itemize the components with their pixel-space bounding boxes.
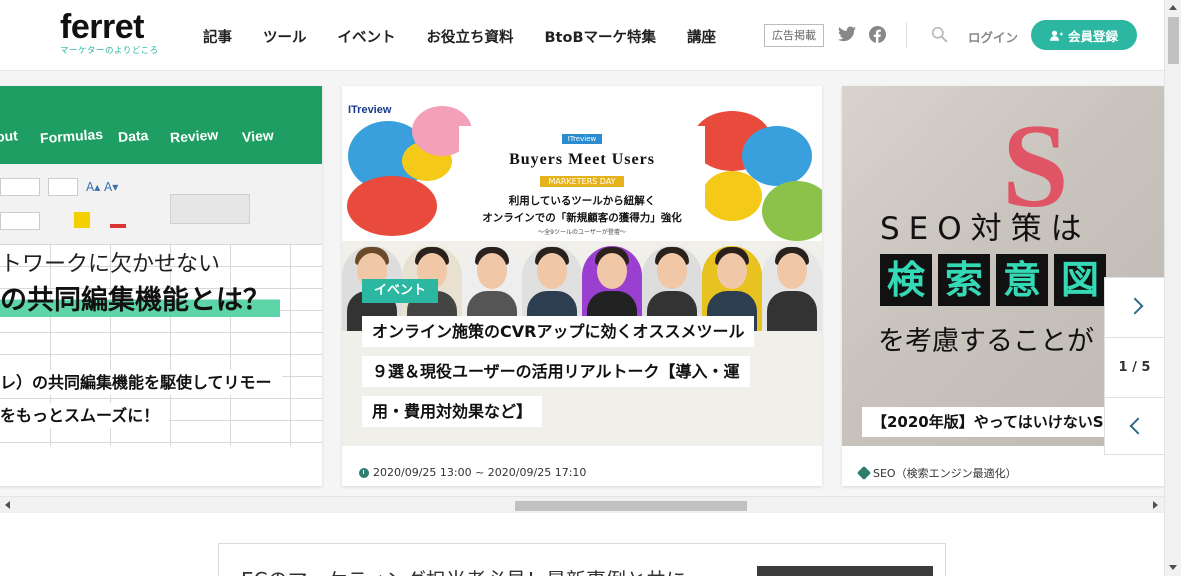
ad-link[interactable]: 広告掲載 — [764, 24, 824, 47]
nav-item-articles[interactable]: 記事 — [203, 26, 232, 47]
search-icon[interactable] — [931, 26, 948, 43]
event-title: Buyers Meet Users — [509, 151, 655, 168]
promo-banner-text: ECのマーケティング担当者必見！最新事例と共に — [241, 564, 686, 576]
card-2-title[interactable]: オンライン施策のCVRアップに効くオススメツール ９選＆現役ユーザーの活用リアル… — [362, 312, 822, 432]
category-badge[interactable]: イベント — [362, 279, 439, 303]
event-line: 〜全9ツールのユーザーが登壇〜 — [538, 229, 626, 236]
register-label: 会員登録 — [1067, 28, 1118, 44]
carousel-next-button[interactable] — [1104, 277, 1164, 337]
card-2-title-line: オンライン施策のCVRアップに効くオススメツール — [362, 316, 755, 347]
user-plus-icon — [1049, 30, 1063, 41]
event-line: オンラインでの「新規顧客の獲得力」強化 — [482, 212, 682, 224]
header-divider — [906, 22, 907, 48]
card-3-image-heading: を考慮することが — [878, 326, 1094, 357]
card-3-image-heading: SEO対策は — [880, 211, 1091, 247]
ribbon-tab: Formulas — [39, 125, 104, 147]
card-3-title[interactable]: 【2020年版】やってはいけないSEO — [862, 407, 1137, 437]
itreview-logo: ITreview — [348, 104, 392, 116]
card-1-image-heading: の共同編集機能とは？ — [0, 278, 280, 317]
facebook-icon[interactable] — [869, 26, 886, 43]
page: ferret マーケターのよりどころ 記事 ツール イベント お役立ち資料 Bt… — [0, 0, 1181, 576]
scroll-up-arrow-icon[interactable] — [1169, 5, 1177, 10]
ribbon-tab: out — [0, 127, 19, 145]
scroll-down-arrow-icon[interactable] — [1169, 565, 1177, 570]
scroll-right-arrow-icon[interactable] — [1153, 501, 1158, 509]
carousel-card-2[interactable]: ITreview ITreview Buyers Meet Users MARK… — [342, 86, 822, 486]
clock-icon — [359, 467, 369, 478]
card-2-title-line: ９選＆現役ユーザーの活用リアルトーク【導入・運 — [362, 356, 750, 387]
logo-tagline: マーケターのよりどころ — [60, 46, 159, 56]
site-logo[interactable]: ferret マーケターのよりどころ — [60, 10, 159, 56]
carousel-scrollbar[interactable] — [0, 496, 1164, 513]
scroll-left-arrow-icon[interactable] — [5, 501, 10, 509]
logo-wordmark: ferret — [60, 8, 144, 46]
spreadsheet-ribbon: out Formulas Data Review View — [0, 86, 322, 164]
nav-item-events[interactable]: イベント — [338, 26, 396, 47]
carousel-counter: 1 / 5 — [1104, 337, 1164, 397]
carousel-prev-button[interactable] — [1104, 397, 1164, 455]
login-link[interactable]: ログイン — [968, 27, 1018, 46]
tag-icon — [856, 465, 872, 480]
nav-item-btob[interactable]: BtoBマーケ特集 — [545, 26, 657, 47]
event-datetime: 2020/09/25 13:00 ~ 2020/09/25 17:10 — [373, 466, 587, 479]
nav-item-tools[interactable]: ツール — [263, 26, 307, 47]
card-2-meta: 2020/09/25 13:00 ~ 2020/09/25 17:10 — [342, 446, 822, 486]
event-tag: ITreview — [561, 134, 603, 144]
event-line: 利用しているツールから紐解く — [508, 195, 656, 207]
keyword-char: 索 — [938, 254, 990, 306]
site-header: ferret マーケターのよりどころ 記事 ツール イベント お役立ち資料 Bt… — [0, 0, 1164, 71]
card-3-image-keywords: 検 索 意 図 — [880, 254, 1106, 306]
register-button[interactable]: 会員登録 — [1031, 20, 1137, 50]
card-1-title[interactable]: レ）の共同編集機能を駆使してリモー をもっとスムーズに！ — [0, 366, 320, 432]
keyword-char: 図 — [1054, 254, 1106, 306]
promo-banner[interactable]: ECのマーケティング担当者必見！最新事例と共に — [218, 543, 946, 576]
chevron-left-icon — [1129, 417, 1147, 435]
card-1-image-heading: トワークに欠かせない — [0, 252, 221, 277]
card-1-title-line: をもっとスムーズに！ — [0, 403, 170, 428]
main-nav: 記事 ツール イベント お役立ち資料 BtoBマーケ特集 講座 — [203, 26, 747, 47]
featured-carousel: out Formulas Data Review View A▴ A▾ トワーク — [0, 71, 1164, 496]
ribbon-tab: Review — [169, 126, 219, 146]
ribbon-tab: View — [241, 126, 275, 146]
keyword-char: 意 — [996, 254, 1048, 306]
event-title-panel: ITreview Buyers Meet Users MARKETERS DAY… — [459, 126, 705, 236]
scrollbar-thumb[interactable] — [1168, 17, 1179, 64]
twitter-icon[interactable] — [838, 26, 856, 42]
nav-item-resources[interactable]: お役立ち資料 — [427, 26, 514, 47]
event-banner: ITreview ITreview Buyers Meet Users MARK… — [342, 86, 822, 241]
scrollbar-thumb[interactable] — [515, 501, 747, 511]
card-1-title-line: レ）の共同編集機能を駆使してリモー — [0, 370, 282, 395]
card-3-category[interactable]: SEO（検索エンジン最適化） — [873, 465, 1017, 481]
keyword-char: 検 — [880, 254, 932, 306]
promo-banner-button[interactable] — [757, 566, 933, 576]
nav-item-courses[interactable]: 講座 — [687, 26, 716, 47]
card-2-title-line: 用・費用対効果など】 — [362, 396, 543, 427]
page-scrollbar[interactable] — [1164, 0, 1181, 576]
spreadsheet-toolbar: A▴ A▾ — [0, 164, 322, 244]
event-subtitle: MARKETERS DAY — [540, 176, 624, 187]
ribbon-tab: Data — [117, 126, 149, 146]
carousel-card-1[interactable]: out Formulas Data Review View A▴ A▾ トワーク — [0, 86, 322, 486]
chevron-right-icon — [1126, 297, 1144, 315]
